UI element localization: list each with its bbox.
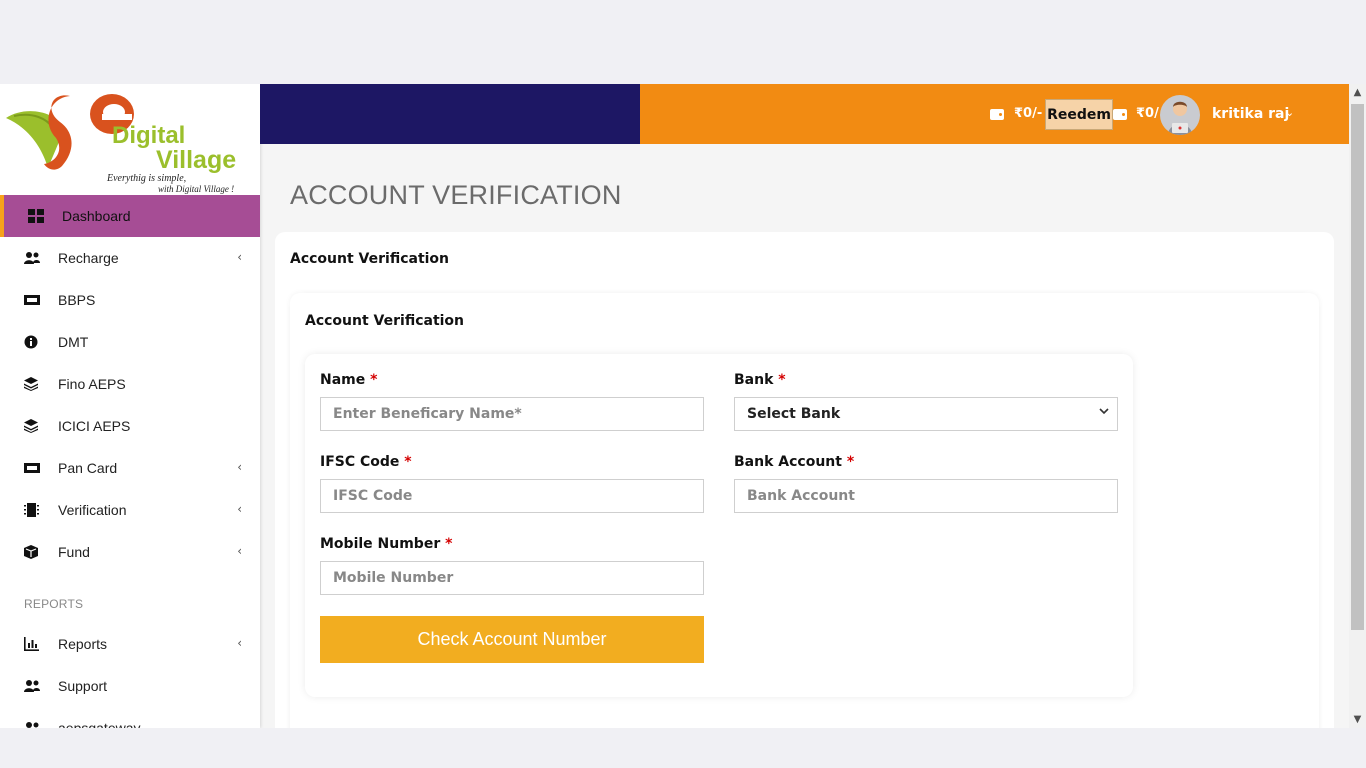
sidebar-item-label: Pan Card [58, 460, 118, 476]
sidebar-item-recharge[interactable]: Recharge ‹ [0, 237, 260, 279]
logo-word-village: Village [156, 146, 236, 174]
required-mark: * [778, 372, 786, 388]
header-bar: ₹0/- Reedem ₹0/ kritika raj ⌄ [640, 84, 1349, 144]
required-mark: * [370, 372, 378, 388]
sidebar-item-reports[interactable]: Reports ‹ [0, 623, 260, 665]
users-icon [24, 252, 40, 264]
vertical-scrollbar[interactable]: ▲ ▼ [1349, 84, 1366, 728]
sidebar-item-aepsgateway[interactable]: aepsgateway [0, 707, 260, 728]
bank-label: Bank * [734, 372, 786, 388]
bank-account-input[interactable] [734, 479, 1118, 513]
bar-chart-icon [24, 637, 39, 651]
ticket-icon [24, 295, 40, 305]
bank-select-value: Select Bank [747, 406, 841, 422]
required-mark: * [404, 454, 412, 470]
logo-tagline-1: Everythig is simple, [106, 173, 186, 184]
scroll-down-arrow-icon[interactable]: ▼ [1349, 711, 1366, 728]
bottom-blank-area [0, 728, 1366, 768]
username-label[interactable]: kritika raj [1212, 106, 1289, 122]
scroll-up-arrow-icon[interactable]: ▲ [1349, 84, 1366, 101]
info-circle-icon [24, 335, 38, 349]
ticket-icon [24, 463, 40, 473]
chevron-left-icon: ‹ [237, 460, 242, 474]
aeps-wallet-balance: ₹0/ [1136, 106, 1159, 121]
chevron-down-icon[interactable]: ⌄ [1285, 106, 1294, 119]
page-title: ACCOUNT VERIFICATION [290, 180, 622, 210]
scrollbar-thumb[interactable] [1351, 104, 1364, 630]
header-dark-panel [260, 84, 640, 144]
logo-word-digital: Digital [112, 122, 185, 149]
check-account-number-button[interactable]: Check Account Number [320, 616, 704, 663]
bank-account-label: Bank Account * [734, 454, 854, 470]
chevron-left-icon: ‹ [237, 636, 242, 650]
box-icon [24, 545, 38, 559]
name-label: Name * [320, 372, 377, 388]
sidebar-item-fund[interactable]: Fund ‹ [0, 531, 260, 573]
users-icon [26, 722, 39, 728]
bank-select[interactable]: Select Bank [734, 397, 1118, 431]
digital-village-logo[interactable]: Digital Village Everythig is simple, wit… [4, 88, 260, 194]
bank-account-label-text: Bank Account [734, 454, 842, 470]
sidebar-item-bbps[interactable]: BBPS [0, 279, 260, 321]
reports-section-heading: REPORTS [24, 597, 84, 611]
wallet-icon [1113, 109, 1127, 120]
layers-icon [24, 419, 38, 433]
inner-card-title: Account Verification [305, 313, 465, 329]
required-mark: * [445, 536, 453, 552]
sidebar-item-icici-aeps[interactable]: ICICI AEPS [0, 405, 260, 447]
reedem-button[interactable]: Reedem [1045, 99, 1113, 130]
sidebar-item-label: aepsgateway [58, 720, 141, 728]
sidebar-item-support[interactable]: Support [0, 665, 260, 707]
bank-label-text: Bank [734, 372, 774, 388]
main-wallet-balance: ₹0/- [1014, 106, 1043, 121]
ifsc-label: IFSC Code * [320, 454, 412, 470]
dashboard-grid-icon [28, 209, 44, 223]
sidebar-item-label: Verification [58, 502, 127, 518]
sidebar-item-label: Recharge [58, 250, 119, 266]
layers-icon [24, 377, 38, 391]
chevron-left-icon: ‹ [237, 250, 242, 264]
name-label-text: Name [320, 372, 366, 388]
sidebar-item-label: Support [58, 678, 108, 694]
sidebar-item-pan-card[interactable]: Pan Card ‹ [0, 447, 260, 489]
sidebar-item-fino-aeps[interactable]: Fino AEPS [0, 363, 260, 405]
ifsc-code-input[interactable] [320, 479, 704, 513]
ifsc-label-text: IFSC Code [320, 454, 400, 470]
sidebar-item-dmt[interactable]: DMT [0, 321, 260, 363]
mobile-number-label: Mobile Number * [320, 536, 452, 552]
page-viewport: Digital Village Everythig is simple, wit… [0, 84, 1349, 728]
verification-form: Name * Bank * Select Bank IFSC Code * [305, 354, 1133, 697]
account-verification-card: Account Verification Account Verificatio… [275, 232, 1334, 728]
sidebar-item-label: Reports [58, 636, 108, 652]
sidebar-item-label: Dashboard [62, 208, 131, 224]
required-mark: * [846, 454, 855, 470]
sidebar-item-label: Fino AEPS [58, 376, 126, 392]
card-title: Account Verification [290, 251, 450, 267]
sidebar-item-label: DMT [58, 334, 89, 350]
mobile-number-label-text: Mobile Number [320, 536, 441, 552]
sidebar: Digital Village Everythig is simple, wit… [0, 84, 260, 728]
chip-icon [24, 503, 39, 517]
sidebar-item-label: ICICI AEPS [58, 418, 131, 434]
logo-tagline-2: with Digital Village ! [158, 184, 234, 194]
mobile-number-input[interactable] [320, 561, 704, 595]
sidebar-item-verification[interactable]: Verification ‹ [0, 489, 260, 531]
users-icon [24, 680, 40, 692]
chevron-left-icon: ‹ [237, 544, 242, 558]
sidebar-item-label: BBPS [58, 292, 96, 308]
sidebar-item-dashboard[interactable]: Dashboard [0, 195, 260, 237]
sidebar-item-label: Fund [58, 544, 90, 560]
wallet-icon [990, 109, 1004, 120]
account-verification-inner-card: Account Verification Name * Bank * Selec… [290, 293, 1319, 728]
chevron-left-icon: ‹ [237, 502, 242, 516]
chevron-down-icon [1099, 408, 1109, 415]
avatar[interactable] [1160, 95, 1200, 135]
beneficiary-name-input[interactable] [320, 397, 704, 431]
